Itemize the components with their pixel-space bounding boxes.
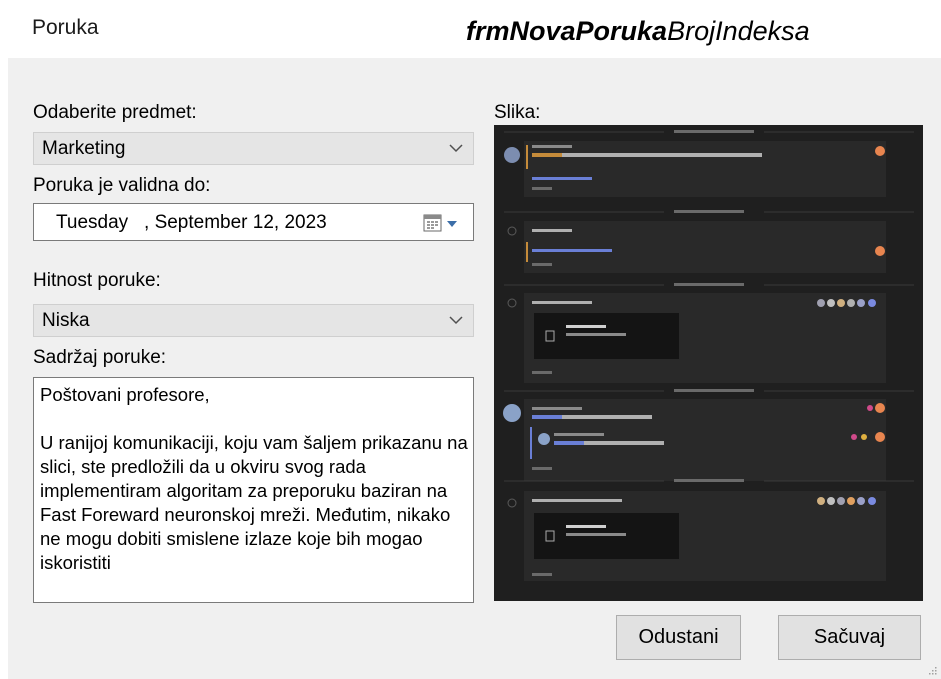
image-label: Slika: xyxy=(494,102,541,123)
window-title: Poruka xyxy=(32,16,99,39)
resize-grip-icon[interactable] xyxy=(927,665,937,675)
urgency-label: Hitnost poruke: xyxy=(33,270,161,291)
valid-until-label: Poruka je validna do: xyxy=(33,175,211,196)
cancel-button[interactable]: Odustani xyxy=(616,615,741,660)
subject-value: Marketing xyxy=(42,138,126,159)
chevron-down-icon xyxy=(449,144,463,153)
subject-combobox[interactable]: Marketing xyxy=(33,132,474,165)
message-text: Poštovani profesore, U ranijoj komunikac… xyxy=(40,384,468,573)
subject-label: Odaberite predmet: xyxy=(33,102,197,123)
content-label: Sadržaj poruke: xyxy=(33,347,167,368)
calendar-icon[interactable] xyxy=(423,213,461,233)
valid-until-datepicker[interactable]: Tuesday , September 12, 2023 xyxy=(33,203,474,241)
image-picturebox xyxy=(494,125,923,601)
form-name-bold: frmNovaPoruka xyxy=(466,16,668,46)
message-textarea[interactable]: Poštovani profesore, U ranijoj komunikac… xyxy=(33,377,474,603)
form-name: frmNovaPorukaBrojIndeksa xyxy=(466,16,810,47)
chevron-down-icon xyxy=(449,316,463,325)
chat-screenshot-image xyxy=(494,125,923,601)
form-name-rest: BrojIndeksa xyxy=(667,16,810,46)
save-button[interactable]: Sačuvaj xyxy=(778,615,921,660)
urgency-combobox[interactable]: Niska xyxy=(33,304,474,337)
valid-until-value: Tuesday , September 12, 2023 xyxy=(56,212,327,233)
urgency-value: Niska xyxy=(42,310,90,331)
